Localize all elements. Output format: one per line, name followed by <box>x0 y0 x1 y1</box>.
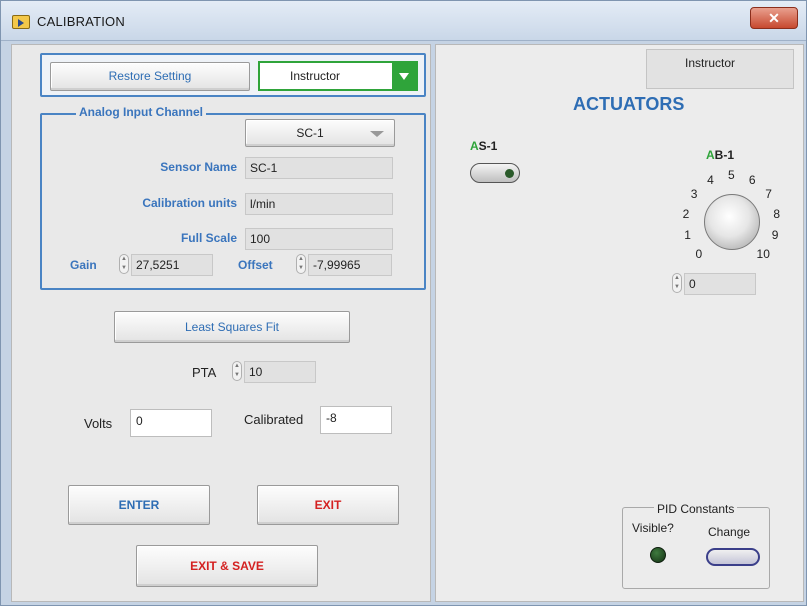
dial-tick-label: 0 <box>695 246 703 261</box>
full-scale-value: 100 <box>245 228 393 250</box>
exit-button[interactable]: EXIT <box>257 485 399 525</box>
least-squares-fit-button[interactable]: Least Squares Fit <box>114 311 350 343</box>
offset-spinner[interactable]: ▲ ▼ <box>296 254 306 274</box>
ab1-dial[interactable]: 0 1 2 3 4 5 6 7 8 9 10 <box>676 164 786 274</box>
offset-input[interactable]: -7,99965 <box>308 254 392 276</box>
restore-setting-button[interactable]: Restore Setting <box>50 62 250 91</box>
volts-input[interactable]: 0 <box>130 409 212 437</box>
as1-label: AS-1 <box>470 139 498 153</box>
channel-select-value: SC-1 <box>296 126 324 140</box>
role-select[interactable]: Instructor <box>258 61 418 91</box>
channel-select[interactable]: SC-1 <box>245 119 395 147</box>
exit-and-save-button[interactable]: EXIT & SAVE <box>136 545 318 587</box>
ab1-label: AB-1 <box>706 148 735 162</box>
left-panel: Restore Setting Instructor Analog Input … <box>11 44 431 602</box>
dial-tick-label: 7 <box>765 186 772 201</box>
pta-spinner[interactable]: ▲ ▼ <box>232 361 242 381</box>
dial-tick-label: 4 <box>707 173 714 187</box>
tab-instructor[interactable]: Instructor <box>646 49 794 89</box>
dial-tick-label: 10 <box>756 246 770 261</box>
calibrated-label: Calibrated <box>244 412 304 427</box>
dropdown-arrow-icon <box>392 63 416 89</box>
title-bar: CALIBRATION ✕ <box>1 1 806 41</box>
pid-change-toggle[interactable] <box>706 548 760 566</box>
calibration-units-value: l/min <box>245 193 393 215</box>
pta-input[interactable]: 10 <box>244 361 316 383</box>
full-scale-label: Full Scale <box>180 231 237 245</box>
pid-constants-title: PID Constants <box>654 502 738 516</box>
calibration-window: CALIBRATION ✕ Restore Setting Instructor… <box>0 0 807 606</box>
sensor-name-value: SC-1 <box>245 157 393 179</box>
gain-spinner[interactable]: ▲ ▼ <box>119 254 129 274</box>
calibration-units-label: Calibration units <box>142 196 237 210</box>
pid-visible-label: Visible? <box>632 521 674 535</box>
ab1-value[interactable]: 0 <box>684 273 756 295</box>
pid-change-label: Change <box>708 525 751 539</box>
tab-instructor-label: Instructor <box>685 56 736 70</box>
as1-indicator-icon <box>505 169 514 178</box>
window-title: CALIBRATION <box>37 14 125 29</box>
gain-label: Gain <box>70 258 97 272</box>
dial-tick-label: 9 <box>771 228 779 243</box>
app-icon <box>12 15 30 29</box>
dial-tick-label: 5 <box>728 168 735 182</box>
sensor-name-label: Sensor Name <box>160 160 237 174</box>
as1-toggle-switch[interactable] <box>470 163 520 183</box>
offset-label: Offset <box>238 258 273 272</box>
volts-label: Volts <box>84 416 113 431</box>
dial-tick-label: 3 <box>690 186 698 201</box>
ab1-spinner[interactable]: ▲ ▼ <box>672 273 682 293</box>
actuators-heading: ACTUATORS <box>573 94 685 114</box>
dial-tick-label: 1 <box>684 228 691 243</box>
close-button[interactable]: ✕ <box>750 7 798 29</box>
right-panel: Instructor ACTUATORS AS-1 AB-1 012345678… <box>435 44 804 602</box>
enter-button[interactable]: ENTER <box>68 485 210 525</box>
analog-group-title: Analog Input Channel <box>76 105 206 119</box>
dial-knob[interactable] <box>704 194 760 250</box>
chevron-down-icon <box>370 131 384 137</box>
pta-label: PTA <box>192 365 217 380</box>
dial-tick-label: 8 <box>773 206 781 221</box>
gain-input[interactable]: 27,5251 <box>131 254 213 276</box>
close-icon: ✕ <box>768 10 780 26</box>
dial-tick-label: 2 <box>682 206 690 221</box>
pid-visible-led <box>650 547 666 563</box>
role-select-value: Instructor <box>290 69 341 83</box>
calibrated-value: -8 <box>320 406 392 434</box>
dial-tick-label: 6 <box>748 173 756 187</box>
